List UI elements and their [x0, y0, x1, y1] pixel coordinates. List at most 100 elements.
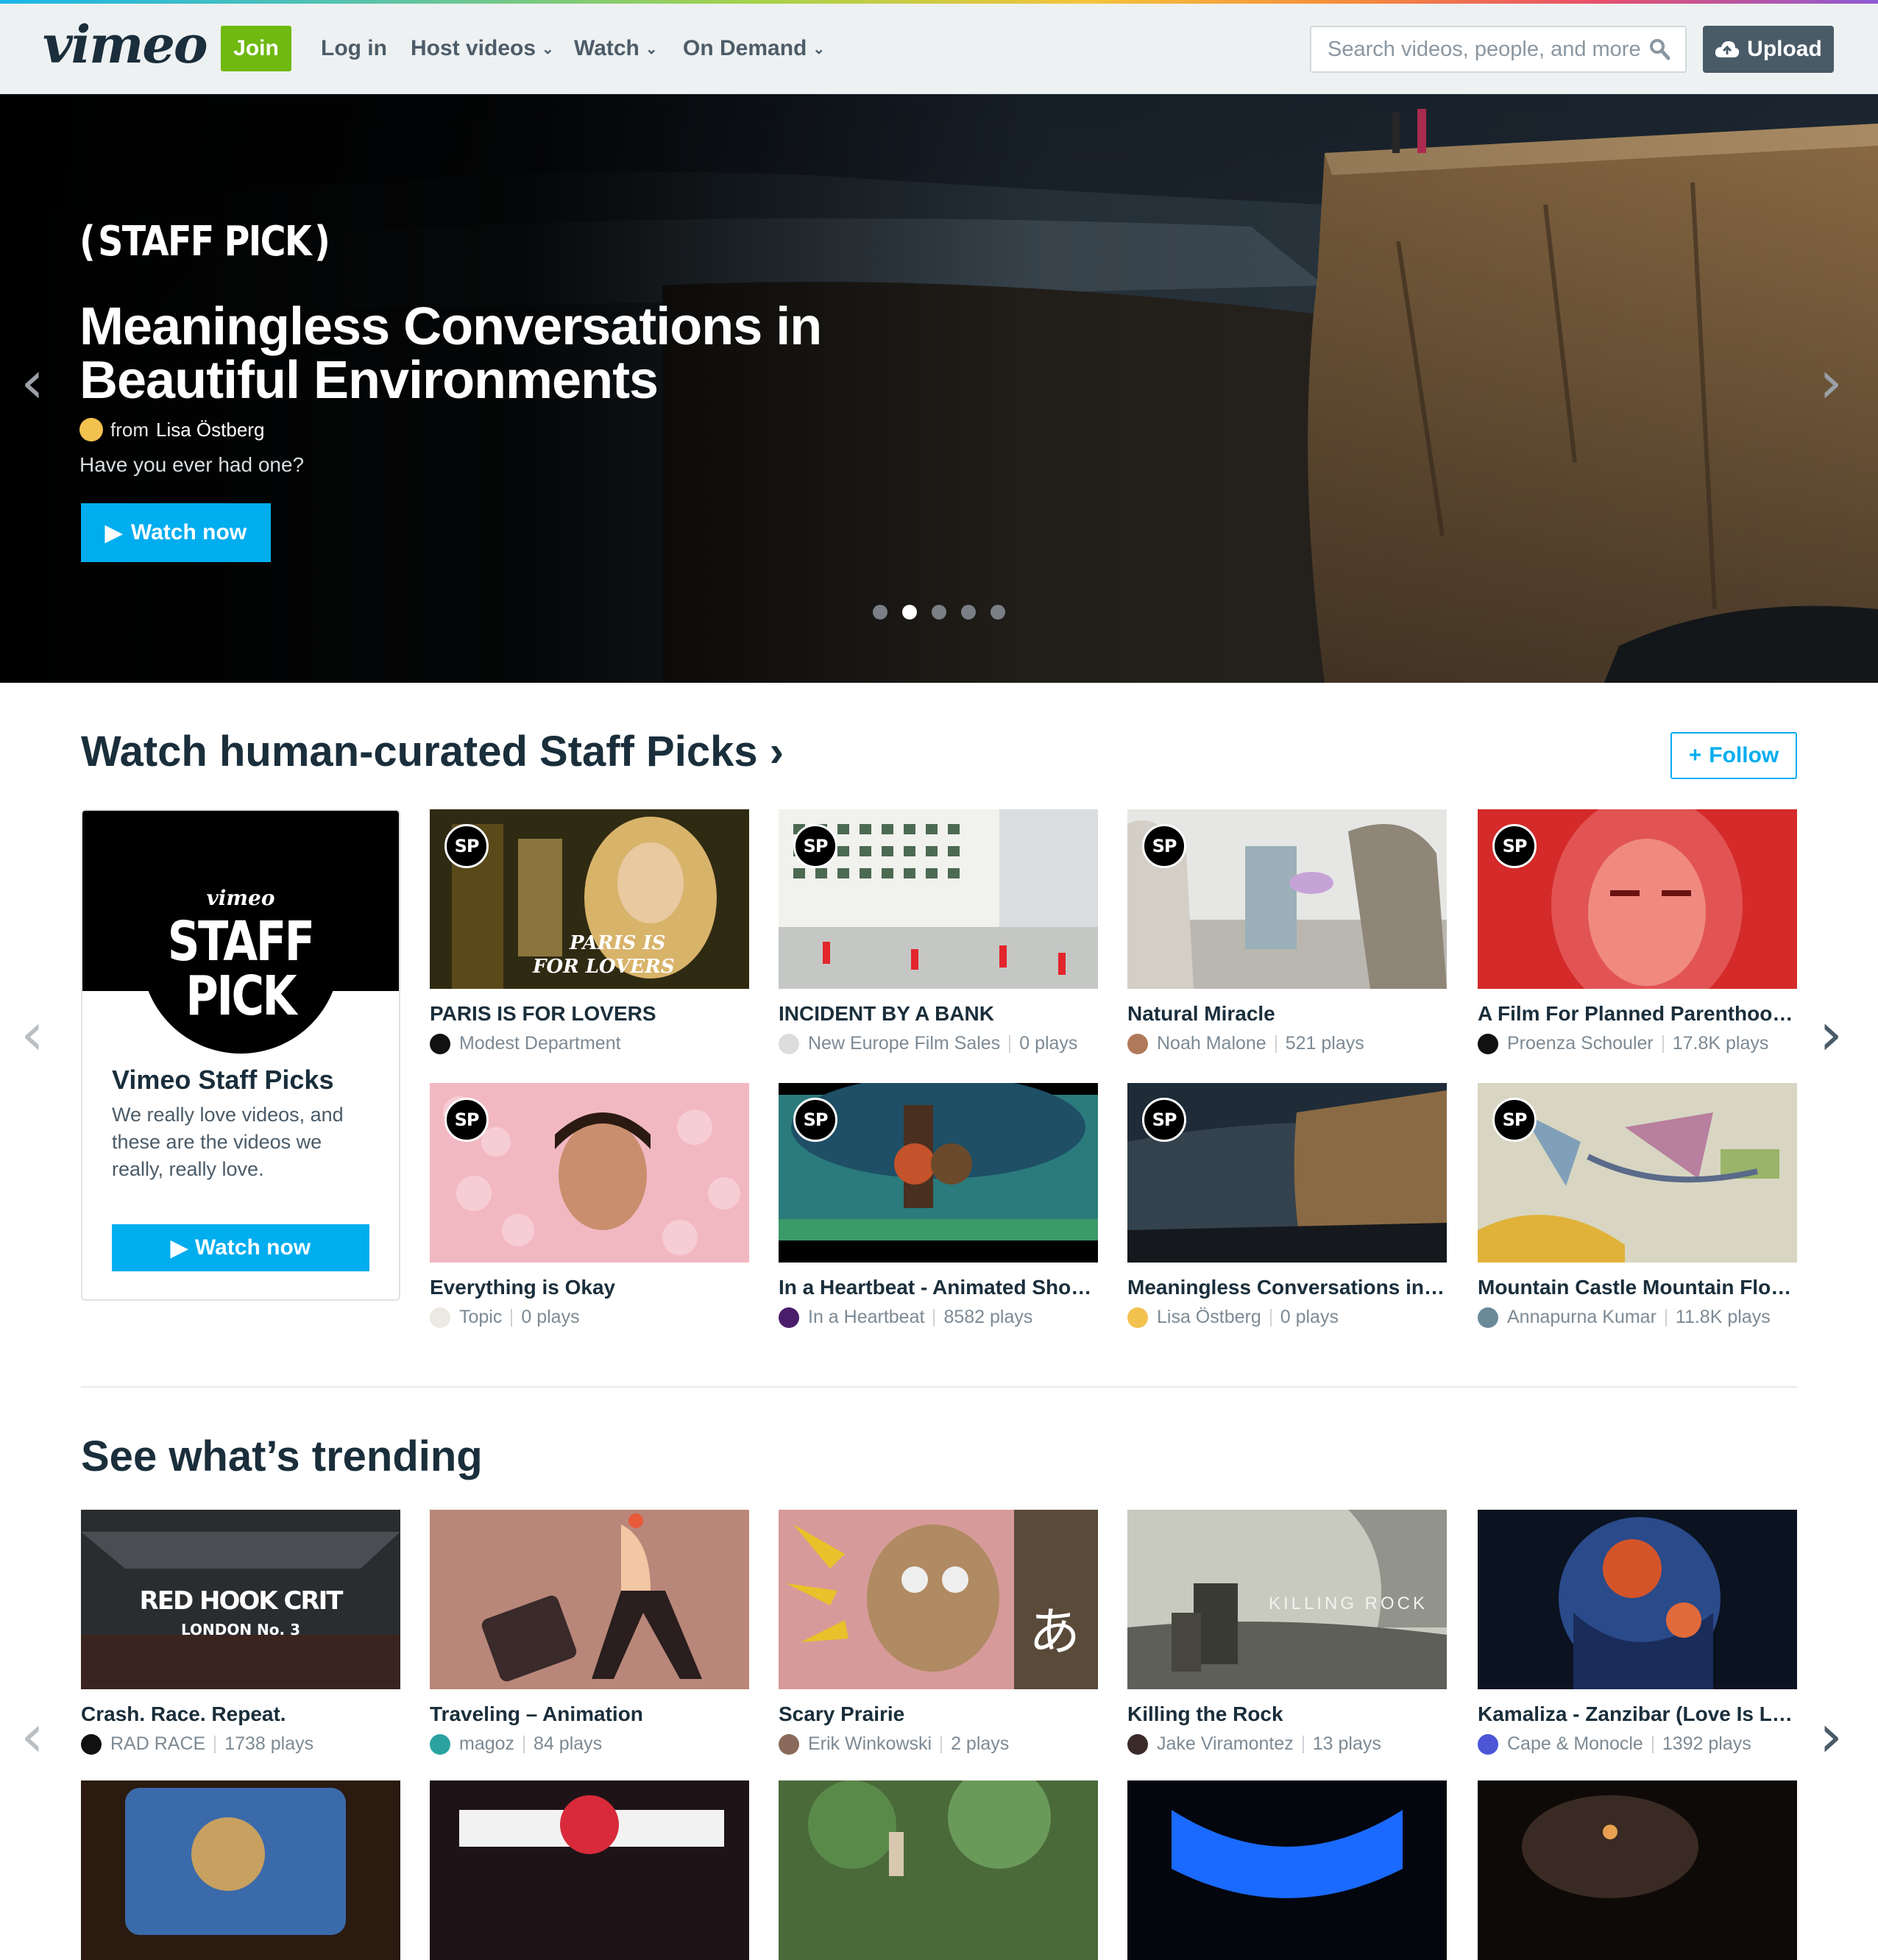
- video-author[interactable]: RAD RACE: [110, 1733, 205, 1755]
- nav-on-demand[interactable]: On Demand ⌄: [683, 36, 825, 61]
- video-author[interactable]: Proenza Schouler: [1507, 1033, 1654, 1054]
- video-tile[interactable]: SP In a Heartbeat - Animated Short... In…: [779, 1083, 1098, 1328]
- video-thumbnail[interactable]: PARIS IS FOR LOVERS SP: [430, 809, 749, 989]
- video-thumbnail[interactable]: [430, 1510, 749, 1689]
- channel-name[interactable]: Vimeo Staff Picks: [112, 1065, 333, 1096]
- video-tile[interactable]: RED HOOK CRIT LONDON No. 3 Crash. Race. R…: [81, 1510, 400, 1755]
- video-tile[interactable]: KILLING ROCK Killing the Rock Jake Viram…: [1127, 1510, 1447, 1755]
- avatar[interactable]: [430, 1033, 450, 1054]
- video-thumbnail[interactable]: RED HOOK CRIT LONDON No. 3: [81, 1510, 400, 1689]
- avatar[interactable]: [1478, 1033, 1498, 1054]
- video-tile[interactable]: SP Everything is Okay Topic 0 plays: [430, 1083, 749, 1328]
- video-thumbnail[interactable]: あ: [779, 1510, 1098, 1689]
- trending-next-arrow-icon[interactable]: ›: [1819, 1707, 1843, 1766]
- hero-watch-now-button[interactable]: ▶ Watch now: [81, 503, 271, 562]
- carousel-dot[interactable]: [961, 605, 976, 619]
- video-title[interactable]: INCIDENT BY A BANK: [779, 1002, 1098, 1026]
- avatar[interactable]: [1127, 1733, 1148, 1755]
- video-thumbnail[interactable]: SP: [1127, 1083, 1447, 1263]
- video-thumbnail[interactable]: SP: [1127, 809, 1447, 989]
- hero-author-link[interactable]: Lisa Östberg: [156, 419, 264, 441]
- avatar[interactable]: [779, 1033, 799, 1054]
- video-thumbnail[interactable]: SP: [1478, 1083, 1797, 1263]
- video-tile[interactable]: SP Meaningless Conversations in B... Lis…: [1127, 1083, 1447, 1328]
- staff-picks-prev-arrow-icon[interactable]: ‹: [21, 1005, 44, 1064]
- avatar[interactable]: [79, 418, 103, 441]
- video-author[interactable]: Modest Department: [459, 1033, 621, 1054]
- login-link[interactable]: Log in: [321, 36, 387, 61]
- video-thumbnail[interactable]: SP: [430, 1083, 749, 1263]
- video-thumbnail[interactable]: [1478, 1780, 1797, 1960]
- avatar[interactable]: [1127, 1033, 1148, 1054]
- carousel-dot-active[interactable]: [902, 605, 917, 619]
- avatar[interactable]: [779, 1733, 799, 1755]
- video-thumbnail[interactable]: [779, 1780, 1098, 1960]
- video-title[interactable]: A Film For Planned Parenthood ...: [1478, 1002, 1797, 1026]
- avatar[interactable]: [81, 1733, 102, 1755]
- avatar[interactable]: [430, 1733, 450, 1755]
- video-thumbnail[interactable]: [81, 1780, 400, 1960]
- carousel-dot[interactable]: [873, 605, 887, 619]
- video-title[interactable]: Mountain Castle Mountain Flow...: [1478, 1276, 1797, 1299]
- join-button[interactable]: Join: [221, 26, 291, 71]
- video-thumbnail[interactable]: SP: [779, 1083, 1098, 1263]
- video-thumbnail[interactable]: [1478, 1510, 1797, 1689]
- trending-prev-arrow-icon[interactable]: ‹: [21, 1707, 44, 1766]
- video-tile[interactable]: SP Mountain Castle Mountain Flow... Anna…: [1478, 1083, 1797, 1328]
- video-author[interactable]: Noah Malone: [1157, 1033, 1266, 1054]
- vimeo-logo[interactable]: vimeo: [43, 14, 208, 75]
- video-author[interactable]: magoz: [459, 1733, 514, 1755]
- video-author[interactable]: Topic: [459, 1307, 502, 1328]
- video-thumbnail[interactable]: SP: [779, 809, 1098, 989]
- video-title[interactable]: Kamaliza - Zanzibar (Love Is Lo...: [1478, 1702, 1797, 1726]
- video-thumbnail[interactable]: [1127, 1780, 1447, 1960]
- video-title[interactable]: Traveling – Animation: [430, 1702, 749, 1726]
- video-thumbnail[interactable]: [430, 1780, 749, 1960]
- video-tile[interactable]: SP INCIDENT BY A BANK New Europe Film Sa…: [779, 809, 1098, 1054]
- carousel-dot[interactable]: [991, 605, 1005, 619]
- video-tile[interactable]: SP A Film For Planned Parenthood ... Pro…: [1478, 809, 1797, 1054]
- nav-host-videos[interactable]: Host videos ⌄: [411, 36, 554, 61]
- video-tile[interactable]: SP Natural Miracle Noah Malone 521 plays: [1127, 809, 1447, 1054]
- video-tile[interactable]: PARIS IS FOR LOVERS SP PARIS IS FOR LOVER…: [430, 809, 749, 1054]
- video-tile[interactable]: Traveling – Animation magoz 84 plays: [430, 1510, 749, 1755]
- staff-picks-heading[interactable]: Watch human-curated Staff Picks ›: [81, 727, 784, 776]
- video-author[interactable]: In a Heartbeat: [808, 1307, 924, 1328]
- video-thumbnail[interactable]: KILLING ROCK: [1127, 1510, 1447, 1689]
- video-author[interactable]: Jake Viramontez: [1157, 1733, 1294, 1755]
- carousel-dot[interactable]: [932, 605, 946, 619]
- avatar[interactable]: [1478, 1307, 1498, 1328]
- video-tile[interactable]: [779, 1780, 1098, 1960]
- video-author[interactable]: Annapurna Kumar: [1507, 1307, 1656, 1328]
- video-title[interactable]: In a Heartbeat - Animated Short...: [779, 1276, 1098, 1299]
- channel-watch-now-button[interactable]: ▶ Watch now: [112, 1224, 369, 1271]
- video-author[interactable]: Lisa Östberg: [1157, 1307, 1261, 1328]
- video-author[interactable]: Erik Winkowski: [808, 1733, 932, 1755]
- video-title[interactable]: Scary Prairie: [779, 1702, 1098, 1726]
- hero-title[interactable]: Meaningless Conversations in Beautiful E…: [79, 300, 889, 408]
- avatar[interactable]: [430, 1307, 450, 1328]
- nav-watch[interactable]: Watch ⌄: [574, 36, 658, 61]
- video-thumbnail[interactable]: SP: [1478, 809, 1797, 989]
- avatar[interactable]: [1127, 1307, 1148, 1328]
- video-tile[interactable]: [1127, 1780, 1447, 1960]
- search-input[interactable]: [1326, 27, 1643, 71]
- staff-picks-channel-card[interactable]: vimeo STAFF PICK Vimeo Staff Picks We re…: [81, 809, 400, 1301]
- avatar[interactable]: [779, 1307, 799, 1328]
- staff-picks-next-arrow-icon[interactable]: ›: [1819, 1005, 1843, 1064]
- video-title[interactable]: Killing the Rock: [1127, 1702, 1447, 1726]
- video-title[interactable]: Everything is Okay: [430, 1276, 749, 1299]
- video-tile[interactable]: [81, 1780, 400, 1960]
- video-title[interactable]: Natural Miracle: [1127, 1002, 1447, 1026]
- hero-next-arrow-icon[interactable]: ›: [1819, 353, 1843, 412]
- video-tile[interactable]: [430, 1780, 749, 1960]
- video-title[interactable]: Crash. Race. Repeat.: [81, 1702, 400, 1726]
- follow-button[interactable]: + Follow: [1670, 732, 1797, 779]
- video-tile[interactable]: あ Scary Prairie Erik Winkowski 2 plays: [779, 1510, 1098, 1755]
- video-title[interactable]: Meaningless Conversations in B...: [1127, 1276, 1447, 1299]
- video-author[interactable]: Cape & Monocle: [1507, 1733, 1643, 1755]
- video-tile[interactable]: Kamaliza - Zanzibar (Love Is Lo... Cape …: [1478, 1510, 1797, 1755]
- video-title[interactable]: PARIS IS FOR LOVERS: [430, 1002, 749, 1026]
- search-icon[interactable]: [1648, 38, 1670, 61]
- avatar[interactable]: [1478, 1733, 1498, 1755]
